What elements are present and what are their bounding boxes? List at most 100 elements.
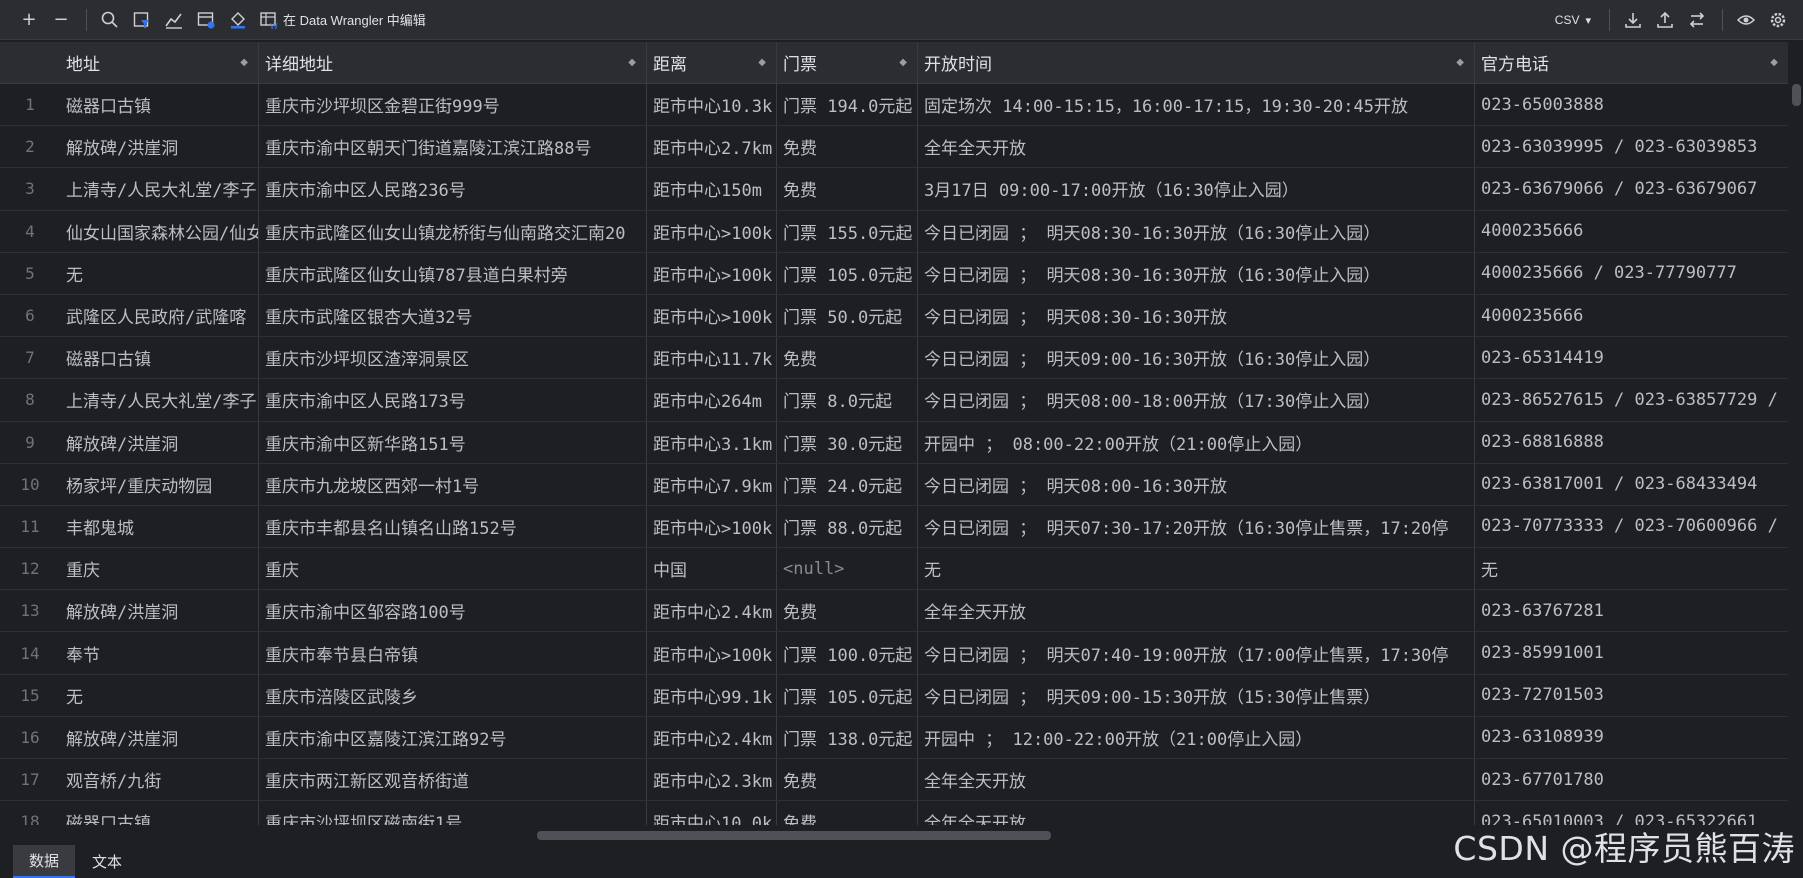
table-cell[interactable]: 全年全天开放	[918, 801, 1475, 825]
table-row[interactable]: 9 解放碑/洪崖洞 重庆市渝中区新华路151号 距市中心3.1km 门票 30.0元起开…	[0, 421, 1788, 464]
sort-icon[interactable]: ◆	[628, 57, 636, 68]
table-row[interactable]: 6 武隆区人民政府/武隆喀 重庆市武隆区银杏大道32号 距市中心>100k 门票 50.…	[0, 294, 1788, 338]
table-cell[interactable]: 门票 8.0元起	[777, 379, 918, 421]
table-cell[interactable]: 门票 100.0元起	[777, 632, 918, 674]
column-header[interactable]: 官方电话 ◆	[1475, 42, 1788, 83]
table-cell[interactable]: 4000235666 / 023-77790777	[1475, 253, 1788, 294]
table-cell[interactable]: 距市中心3.1km	[647, 421, 777, 463]
table-cell[interactable]: 重庆市涪陵区武陵乡	[259, 674, 647, 716]
table-cell[interactable]: 今日已闭园 ； 明天08:00-16:30开放	[918, 463, 1475, 505]
table-row[interactable]: 4 仙女山国家森林公园/仙女 重庆市武隆区仙女山镇龙桥街与仙南路交汇南20 距市中心>…	[0, 210, 1788, 253]
table-cell[interactable]: 距市中心99.1k	[647, 674, 777, 716]
table-row[interactable]: 10 杨家坪/重庆动物园 重庆市九龙坡区西郊一村1号 距市中心7.9km 门票 24.0…	[0, 463, 1788, 506]
table-cell[interactable]: 今日已闭园 ； 明天08:30-16:30开放	[918, 294, 1475, 337]
format-select[interactable]: CSV ▾	[1555, 13, 1591, 27]
tab-data[interactable]: 数据	[13, 845, 75, 878]
table-cell[interactable]: 距市中心>100k	[647, 632, 777, 674]
table-row[interactable]: 7 磁器口古镇 重庆市沙坪坝区渣滓洞景区 距市中心11.7k 免费 今日已闭园 ； 明天0…	[0, 337, 1788, 380]
table-row[interactable]: 11 丰都鬼城 重庆市丰都县名山镇名山路152号 距市中心>100k 门票 88.0元起…	[0, 505, 1788, 549]
table-cell[interactable]: 今日已闭园 ； 明天08:30-16:30开放（16:30停止入园）	[918, 252, 1475, 294]
sort-icon[interactable]: ◆	[240, 57, 248, 68]
vertical-scrollbar[interactable]	[1792, 84, 1801, 106]
table-cell[interactable]: 重庆市渝中区朝天门街道嘉陵江滨江路88号	[259, 126, 647, 168]
table-row[interactable]: 16 解放碑/洪崖洞 重庆市渝中区嘉陵江滨江路92号 距市中心2.4km 门票 138.…	[0, 716, 1788, 759]
table-cell[interactable]: 今日已闭园 ； 明天08:00-18:00开放（17:30停止入园）	[918, 379, 1475, 421]
table-cell[interactable]: 免费	[777, 126, 918, 168]
table-cell[interactable]: 023-70773333 / 023-70600966 /	[1475, 506, 1788, 547]
table-cell[interactable]: 磁器口古镇	[60, 84, 259, 126]
table-cell[interactable]: 解放碑/洪崖洞	[60, 590, 259, 632]
table-cell[interactable]: 中国	[647, 548, 777, 590]
table-cell[interactable]: 023-72701503	[1475, 675, 1788, 716]
table-cell[interactable]: 仙女山国家森林公园/仙女	[60, 210, 259, 252]
table-cell[interactable]: 重庆市沙坪坝区金碧正街999号	[259, 84, 647, 126]
table-cell[interactable]: 今日已闭园 ； 明天07:40-19:00开放（17:00停止售票，17:30停	[918, 632, 1475, 674]
table-cell[interactable]: 门票 155.0元起	[777, 210, 918, 252]
table-cell[interactable]: 023-63767281	[1475, 590, 1788, 631]
table-cell[interactable]: 全年全天开放	[918, 126, 1475, 168]
table-cell[interactable]: 重庆市渝中区邹容路100号	[259, 590, 647, 632]
table-row[interactable]: 3 上清寺/人民大礼堂/李子 重庆市渝中区人民路236号 距市中心150m 免费 3月17…	[0, 168, 1788, 211]
table-cell[interactable]: 023-65314419	[1475, 337, 1788, 378]
table-cell[interactable]: 距市中心150m	[647, 168, 777, 210]
table-cell[interactable]: 023-63039995 / 023-63039853	[1475, 126, 1788, 167]
table-cell[interactable]: 重庆市武隆区仙女山镇787县道白果村旁	[259, 252, 647, 294]
table-cell[interactable]: 开园中 ； 12:00-22:00开放（21:00停止入园）	[918, 716, 1475, 758]
table-cell[interactable]: 023-86527615 / 023-63857729 /	[1475, 379, 1788, 420]
table-row[interactable]: 5 无重庆市武隆区仙女山镇787县道白果村旁 距市中心>100k 门票 105.0元起…	[0, 252, 1788, 295]
table-cell[interactable]: 重庆市渝中区新华路151号	[259, 421, 647, 463]
table-cell[interactable]: 全年全天开放	[918, 590, 1475, 632]
table-cell[interactable]: 无	[1475, 548, 1788, 589]
table-cell[interactable]: 门票 138.0元起	[777, 716, 918, 758]
sort-icon[interactable]: ◆	[899, 57, 907, 68]
table-cell[interactable]: 解放碑/洪崖洞	[60, 716, 259, 758]
table-cell[interactable]: 观音桥/九街	[60, 759, 259, 801]
chart-icon[interactable]	[159, 5, 189, 35]
table-cell[interactable]: <null>	[777, 548, 918, 590]
table-cell[interactable]: 重庆市两江新区观音桥街道	[259, 759, 647, 801]
table-cell[interactable]: 重庆市奉节县白帝镇	[259, 632, 647, 674]
table-cell[interactable]: 3月17日 09:00-17:00开放（16:30停止入园）	[918, 168, 1475, 210]
table-cell[interactable]: 距市中心10.0k	[647, 801, 777, 825]
table-row[interactable]: 8 上清寺/人民大礼堂/李子 重庆市渝中区人民路173号 距市中心264m 门票 8.0…	[0, 379, 1788, 422]
table-view-icon[interactable]	[191, 5, 221, 35]
table-cell[interactable]: 023-63679066 / 023-63679067	[1475, 168, 1788, 209]
table-cell[interactable]: 距市中心>100k	[647, 294, 777, 337]
column-header[interactable]: 开放时间 ◆	[918, 42, 1475, 83]
table-cell[interactable]: 距市中心11.7k	[647, 337, 777, 379]
table-cell[interactable]: 重庆市九龙坡区西郊一村1号	[259, 463, 647, 505]
table-cell[interactable]: 距市中心264m	[647, 379, 777, 421]
table-cell[interactable]: 上清寺/人民大礼堂/李子	[60, 379, 259, 421]
table-row[interactable]: 13 解放碑/洪崖洞 重庆市渝中区邹容路100号 距市中心2.4km 免费 全年全天开放 0…	[0, 590, 1788, 633]
table-cell[interactable]: 重庆	[259, 548, 647, 590]
column-header[interactable]: 距离 ◆	[647, 42, 777, 83]
table-cell[interactable]: 重庆市渝中区嘉陵江滨江路92号	[259, 716, 647, 758]
table-cell[interactable]: 023-67701780	[1475, 759, 1788, 800]
table-cell[interactable]: 门票 194.0元起	[777, 84, 918, 126]
column-header[interactable]: 详细地址 ◆	[259, 42, 647, 83]
tab-text[interactable]: 文本	[80, 845, 134, 878]
table-cell[interactable]: 开园中 ； 08:00-22:00开放（21:00停止入园）	[918, 421, 1475, 463]
table-cell[interactable]: 无	[918, 548, 1475, 590]
add-row-button[interactable]: +	[14, 5, 44, 35]
table-cell[interactable]: 门票 50.0元起	[777, 294, 918, 337]
table-cell[interactable]: 武隆区人民政府/武隆喀	[60, 294, 259, 337]
table-cell[interactable]: 无	[60, 252, 259, 294]
table-cell[interactable]: 重庆市渝中区人民路236号	[259, 168, 647, 210]
table-cell[interactable]: 重庆市武隆区银杏大道32号	[259, 294, 647, 337]
table-cell[interactable]: 磁器口古镇	[60, 801, 259, 825]
table-cell[interactable]: 距市中心2.4km	[647, 590, 777, 632]
upload-icon[interactable]	[1650, 5, 1680, 35]
table-cell[interactable]: 解放碑/洪崖洞	[60, 126, 259, 168]
paint-bucket-icon[interactable]	[223, 5, 253, 35]
table-cell[interactable]: 门票 105.0元起	[777, 674, 918, 716]
sort-icon[interactable]: ◆	[758, 57, 766, 68]
table-cell[interactable]: 重庆市武隆区仙女山镇龙桥街与仙南路交汇南20	[259, 210, 647, 252]
download-icon[interactable]	[1618, 5, 1648, 35]
table-row[interactable]: 14 奉节 重庆市奉节县白帝镇 距市中心>100k 门票 100.0元起 今日已闭园 ； …	[0, 632, 1788, 675]
table-row[interactable]: 17 观音桥/九街 重庆市两江新区观音桥街道 距市中心2.3km 免费 全年全天开放 023…	[0, 759, 1788, 802]
sort-icon[interactable]: ◆	[1456, 57, 1464, 68]
table-cell[interactable]: 上清寺/人民大礼堂/李子	[60, 168, 259, 210]
table-cell[interactable]: 无	[60, 674, 259, 716]
table-cell[interactable]: 023-63817001 / 023-68433494	[1475, 464, 1788, 505]
